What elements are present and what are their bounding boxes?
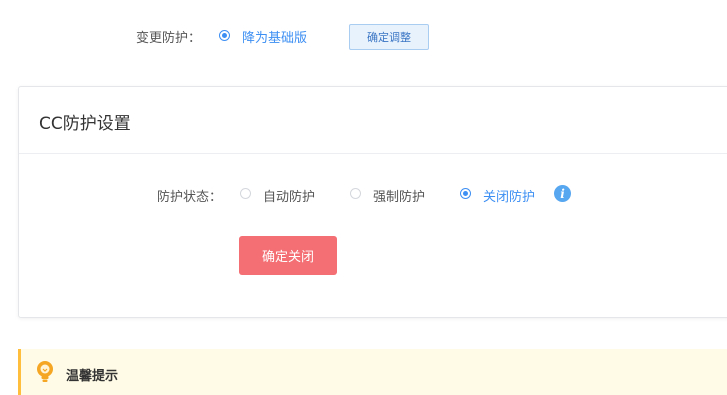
close-protection-label[interactable]: 关闭防护 <box>483 186 535 205</box>
downgrade-basic-label[interactable]: 降为基础版 <box>242 27 307 46</box>
confirm-close-button[interactable]: 确定关闭 <box>239 236 337 275</box>
change-protection-row: 变更防护： 降为基础版 确定调整 <box>0 22 727 50</box>
tip-bar: 温馨提示 <box>18 349 727 395</box>
confirm-adjust-button[interactable]: 确定调整 <box>349 24 429 50</box>
tip-title: 温馨提示 <box>66 369 119 384</box>
page: 变更防护： 降为基础版 确定调整 CC防护设置 防护状态： 自动防护 强制防护 … <box>0 0 727 395</box>
downgrade-basic-radio[interactable] <box>219 30 230 41</box>
auto-protection-radio[interactable] <box>240 188 251 199</box>
auto-protection-label[interactable]: 自动防护 <box>263 186 315 205</box>
forced-protection-radio[interactable] <box>350 188 361 199</box>
card-title: CC防护设置 <box>39 114 131 134</box>
info-icon[interactable]: i <box>554 185 571 202</box>
close-protection-radio[interactable] <box>460 188 471 199</box>
change-protection-label: 变更防护： <box>136 31 202 46</box>
lightbulb-icon <box>37 361 53 382</box>
forced-protection-label[interactable]: 强制防护 <box>373 186 425 205</box>
protection-status-label: 防护状态： <box>157 190 223 205</box>
card-header: CC防护设置 <box>19 87 727 154</box>
cc-protection-card: CC防护设置 防护状态： 自动防护 强制防护 关闭防护 i 确定关闭 <box>18 86 727 318</box>
